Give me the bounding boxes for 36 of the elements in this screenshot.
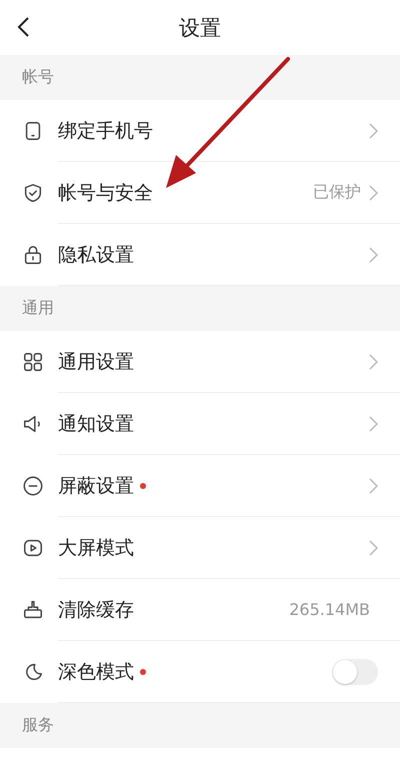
play-icon <box>22 537 44 559</box>
section-title: 帐号 <box>22 67 54 88</box>
grid-icon <box>22 351 44 373</box>
minus-circle-icon <box>22 475 44 497</box>
settings-item[interactable]: 绑定手机号 <box>0 100 400 162</box>
brush-icon <box>22 599 44 621</box>
item-label: 绑定手机号 <box>58 118 153 144</box>
item-label: 隐私设置 <box>58 242 134 268</box>
chevron-icon <box>369 246 378 262</box>
toggle-switch[interactable] <box>332 658 378 684</box>
item-label: 深色模式 <box>58 660 134 684</box>
section-title: 服务 <box>22 715 54 736</box>
chevron-icon <box>369 540 378 556</box>
lock-icon <box>22 244 44 266</box>
item-label: 屏蔽设置 <box>58 474 134 498</box>
item-value: 265.14MB <box>289 600 370 619</box>
item-label: 清除缓存 <box>58 598 134 622</box>
chevron-icon <box>369 416 378 432</box>
item-label: 通知设置 <box>58 412 134 436</box>
item-value: 已保护 <box>313 182 361 203</box>
item-label: 帐号与安全 <box>58 180 153 206</box>
settings-item[interactable]: 清除缓存 265.14MB <box>0 579 400 641</box>
chevron-icon <box>369 122 378 138</box>
chevron-icon <box>369 478 378 494</box>
page-title: 设置 <box>179 14 221 42</box>
chevron-icon <box>369 354 378 370</box>
back-icon[interactable] <box>16 16 30 38</box>
settings-item[interactable]: 屏蔽设置 <box>0 455 400 517</box>
settings-item[interactable]: 通用设置 <box>0 331 400 393</box>
settings-item[interactable]: 大屏模式 <box>0 517 400 579</box>
section-title: 通用 <box>22 298 54 319</box>
settings-item[interactable]: 通知设置 <box>0 393 400 455</box>
item-label: 通用设置 <box>58 350 134 374</box>
shield-icon <box>22 182 44 204</box>
item-label: 大屏模式 <box>58 536 134 560</box>
chevron-icon <box>369 184 378 200</box>
